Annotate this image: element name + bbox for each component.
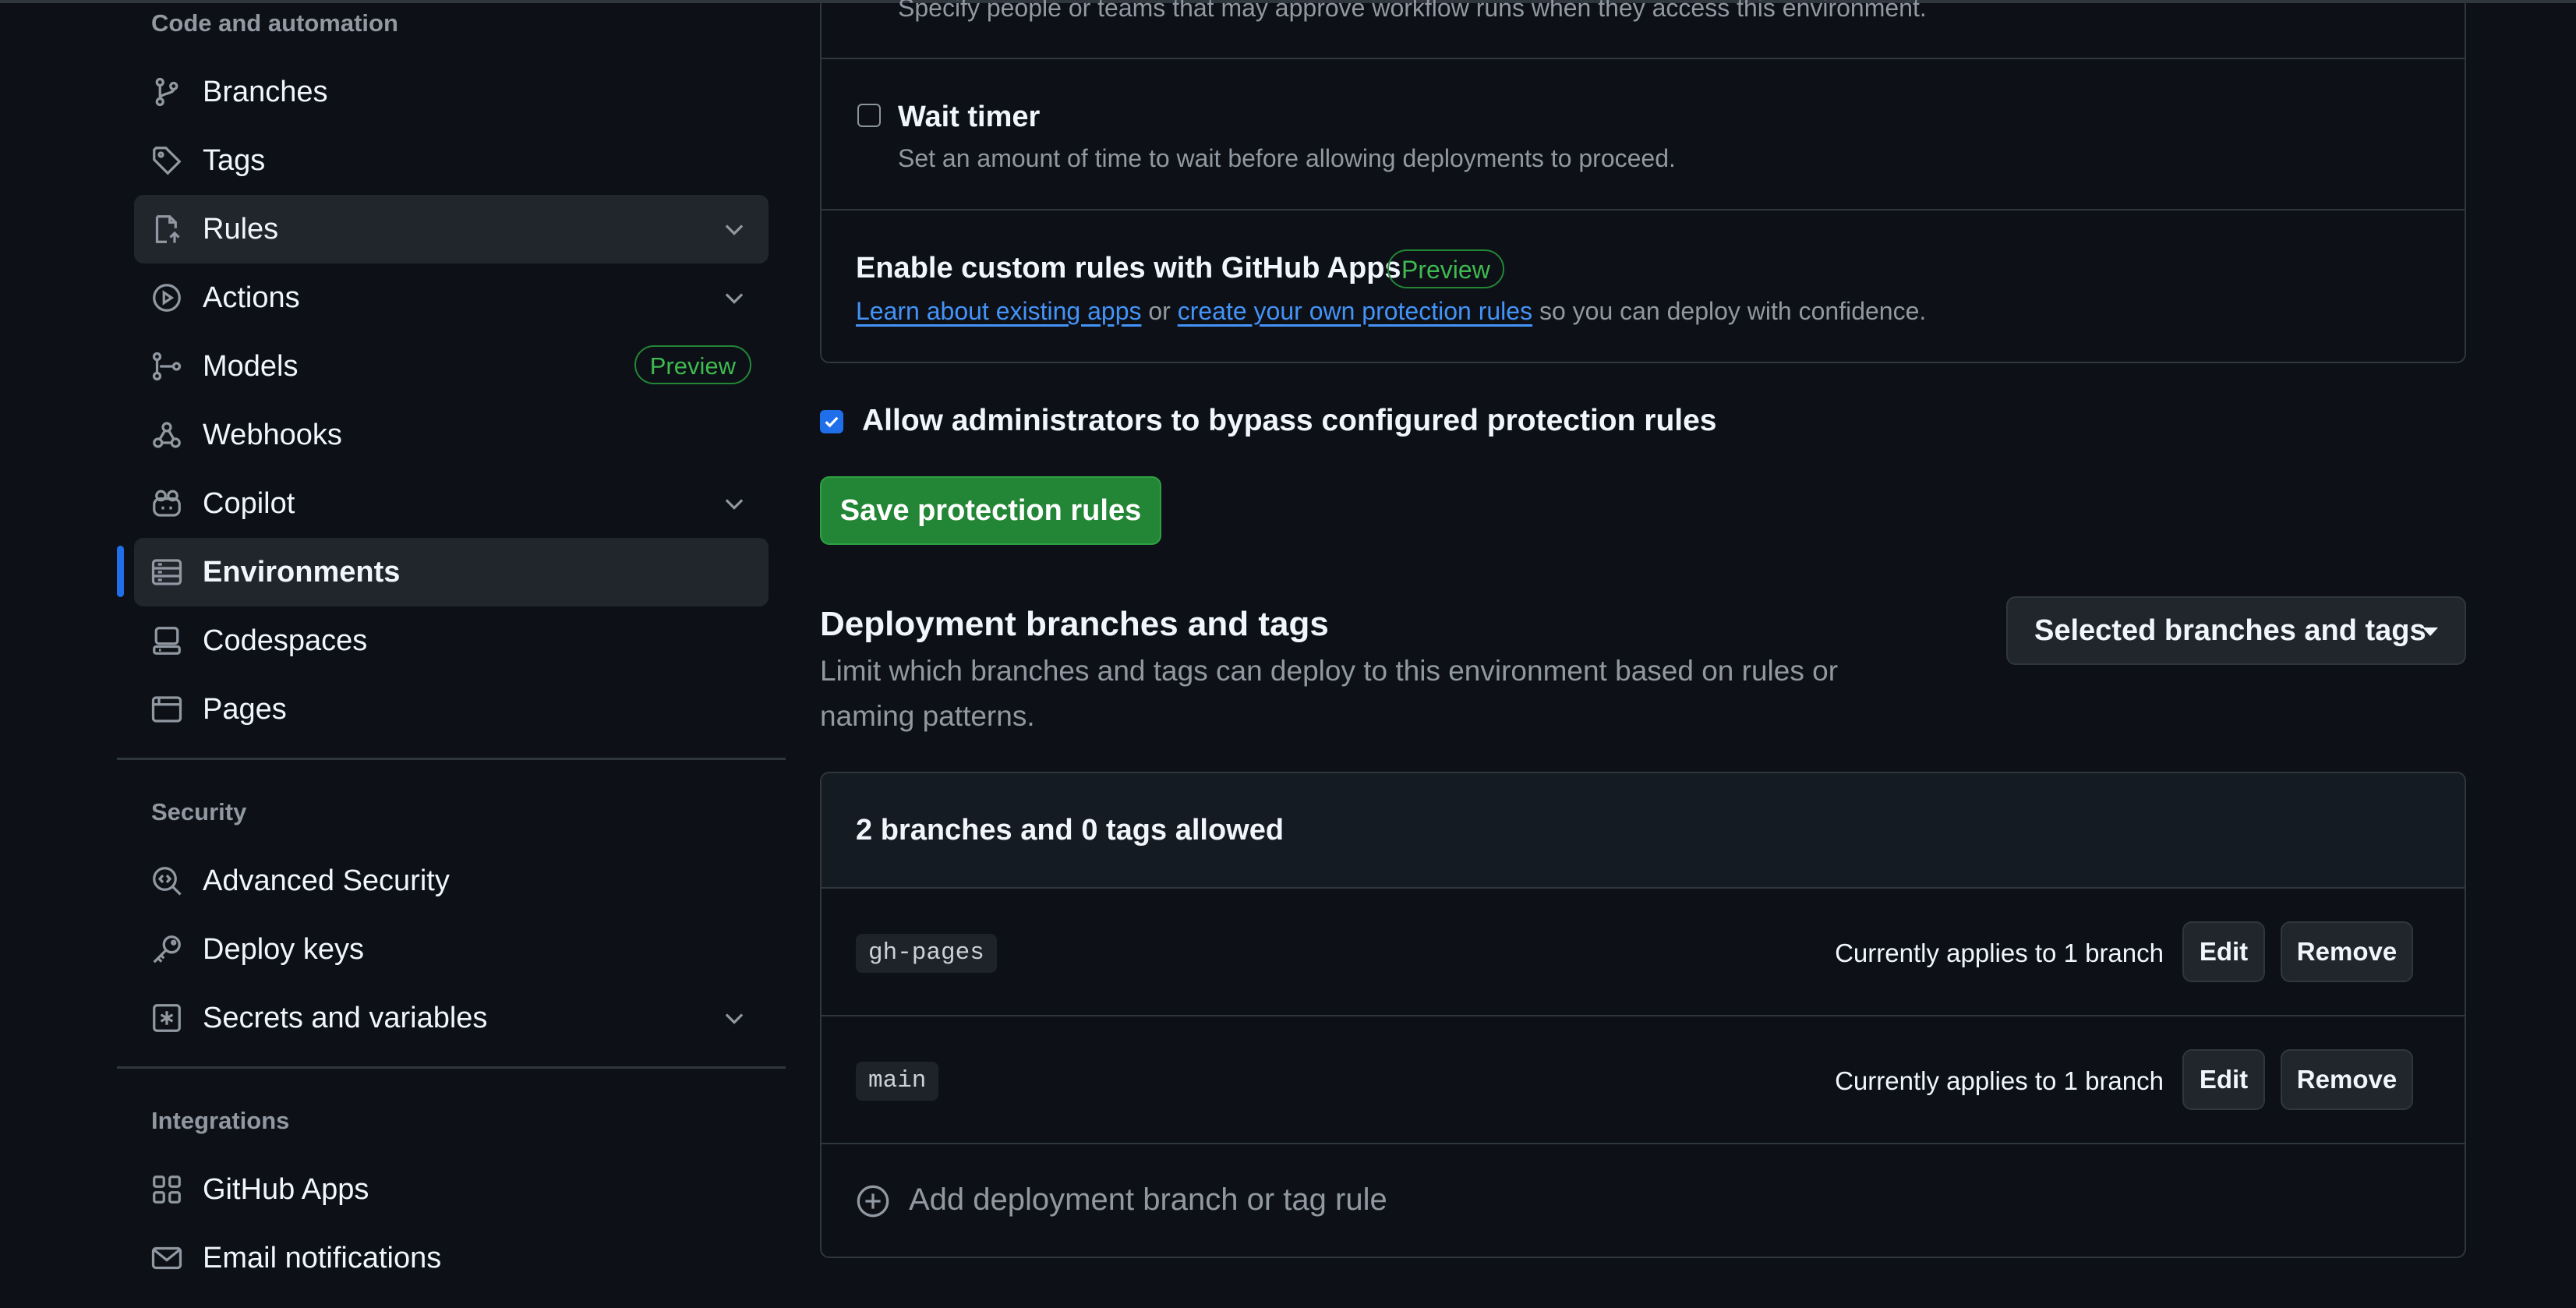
- chevron-down-icon[interactable]: [720, 1004, 748, 1032]
- server-icon: [151, 557, 182, 588]
- edit-rule-button[interactable]: Edit: [2182, 1049, 2265, 1110]
- custom-rules-title: Enable custom rules with GitHub Apps: [856, 252, 1401, 285]
- sidebar-item-label: Webhooks: [203, 418, 342, 451]
- remove-rule-button[interactable]: Remove: [2281, 921, 2413, 982]
- save-protection-rules-button[interactable]: Save protection rules: [820, 476, 1161, 545]
- sidebar-item-label: Copilot: [203, 486, 295, 520]
- sidebar-item-environments[interactable]: Environments: [134, 538, 769, 606]
- check-icon: [825, 416, 839, 428]
- branch-pattern: gh-pages: [856, 934, 997, 973]
- sidebar-item-github-apps[interactable]: GitHub Apps: [134, 1155, 769, 1224]
- deployment-section-title: Deployment branches and tags: [820, 605, 1329, 643]
- sidebar-divider: [117, 758, 786, 760]
- branch-pattern: main: [856, 1062, 939, 1101]
- sidebar-item-deploy-keys[interactable]: Deploy keys: [134, 915, 769, 984]
- chevron-down-icon[interactable]: [720, 284, 748, 312]
- sidebar-item-actions[interactable]: Actions: [134, 263, 769, 332]
- branch-rules-box: 2 branches and 0 tags allowed gh-pages C…: [820, 772, 2466, 1258]
- webhook-icon: [151, 419, 182, 451]
- group-title-security: Security: [151, 798, 247, 825]
- branch-icon: [151, 76, 182, 108]
- wait-timer-checkbox[interactable]: [857, 104, 881, 127]
- sidebar-item-label: Secrets and variables: [203, 1001, 488, 1034]
- row-divider: [820, 58, 2466, 59]
- sidebar-item-rules[interactable]: Rules: [134, 195, 769, 263]
- asterisk-icon: [151, 1002, 182, 1034]
- browser-icon: [151, 694, 182, 725]
- mail-icon: [151, 1243, 182, 1274]
- custom-rules-description: Learn about existing apps or create your…: [856, 297, 1926, 326]
- applies-text: Currently applies to 1 branch: [1835, 1066, 2164, 1095]
- sidebar-divider: [117, 1066, 786, 1069]
- sidebar-item-label: Environments: [203, 555, 401, 589]
- apps-icon: [151, 1174, 182, 1205]
- codescan-icon: [151, 865, 182, 896]
- key-icon: [151, 934, 182, 965]
- add-rule-row[interactable]: Add deployment branch or tag rule: [822, 1144, 2465, 1257]
- rules-header: 2 branches and 0 tags allowed: [822, 773, 2465, 889]
- sidebar-item-label: Pages: [203, 692, 287, 726]
- wait-timer-label: Wait timer: [898, 101, 1041, 133]
- sidebar-item-secrets-variables[interactable]: Secrets and variables: [134, 984, 769, 1052]
- deployment-branch-policy-select[interactable]: Selected branches and tags: [2006, 596, 2466, 665]
- models-icon: [151, 351, 182, 382]
- row-divider: [820, 209, 2466, 210]
- sidebar-item-tags[interactable]: Tags: [134, 126, 769, 195]
- rules-summary: 2 branches and 0 tags allowed: [856, 814, 1284, 847]
- admin-bypass-checkbox[interactable]: [820, 410, 843, 433]
- chevron-down-icon[interactable]: [720, 490, 748, 518]
- active-indicator: [117, 546, 124, 597]
- sidebar-item-advanced-security[interactable]: Advanced Security: [134, 847, 769, 915]
- select-label: Selected branches and tags: [2034, 613, 2426, 647]
- triangle-down-icon: [2422, 627, 2438, 636]
- codespaces-icon: [151, 625, 182, 656]
- sidebar-item-label: Codespaces: [203, 624, 368, 657]
- rule-row: main Currently applies to 1 branch Edit …: [822, 1016, 2465, 1144]
- sidebar-item-label: GitHub Apps: [203, 1172, 369, 1206]
- sidebar-item-models[interactable]: Models Preview: [134, 332, 769, 401]
- rule-row: gh-pages Currently applies to 1 branch E…: [822, 889, 2465, 1016]
- admin-bypass-label: Allow administrators to bypass configure…: [862, 404, 1717, 437]
- custom-rules-suffix: so you can deploy with confidence.: [1539, 297, 1927, 325]
- preview-badge: Preview: [1387, 249, 1504, 288]
- create-protection-rules-link[interactable]: create your own protection rules: [1178, 297, 1532, 325]
- edit-rule-button[interactable]: Edit: [2182, 921, 2265, 982]
- or-text: or: [1148, 297, 1171, 325]
- sidebar-item-branches[interactable]: Branches: [134, 58, 769, 126]
- sidebar-item-label: Deploy keys: [203, 932, 364, 966]
- sidebar-item-webhooks[interactable]: Webhooks: [134, 401, 769, 469]
- sidebar-item-label: Rules: [203, 212, 279, 246]
- sidebar-item-pages[interactable]: Pages: [134, 675, 769, 744]
- remove-rule-button[interactable]: Remove: [2281, 1049, 2413, 1110]
- sidebar-item-label: Branches: [203, 75, 328, 108]
- chevron-down-icon[interactable]: [720, 215, 748, 243]
- add-rule-label: Add deployment branch or tag rule: [909, 1183, 1387, 1217]
- preview-badge: Preview: [634, 345, 751, 384]
- tag-icon: [151, 145, 182, 176]
- sidebar-item-copilot[interactable]: Copilot: [134, 469, 769, 538]
- sidebar-item-email-notifications[interactable]: Email notifications: [134, 1224, 769, 1292]
- applies-text: Currently applies to 1 branch: [1835, 939, 2164, 967]
- deployment-description-line2: naming patterns.: [820, 700, 1035, 732]
- sidebar-item-label: Tags: [203, 143, 266, 177]
- rules-icon: [151, 214, 182, 245]
- sidebar-item-label: Email notifications: [203, 1241, 442, 1274]
- group-title-integrations: Integrations: [151, 1107, 290, 1134]
- group-title-code-automation: Code and automation: [151, 9, 398, 37]
- play-icon: [151, 282, 182, 313]
- sidebar-item-label: Actions: [203, 281, 300, 314]
- reviewers-description: Specify people or teams that may approve…: [898, 0, 1927, 22]
- sidebar-item-label: Models: [203, 349, 299, 383]
- learn-existing-apps-link[interactable]: Learn about existing apps: [856, 297, 1141, 325]
- wait-timer-description: Set an amount of time to wait before all…: [898, 144, 1676, 172]
- sidebar-item-codespaces[interactable]: Codespaces: [134, 606, 769, 675]
- sidebar-item-label: Advanced Security: [203, 864, 450, 897]
- plus-circle-icon: [856, 1184, 890, 1218]
- copilot-icon: [151, 488, 182, 519]
- deployment-description-line1: Limit which branches and tags can deploy…: [820, 655, 1839, 687]
